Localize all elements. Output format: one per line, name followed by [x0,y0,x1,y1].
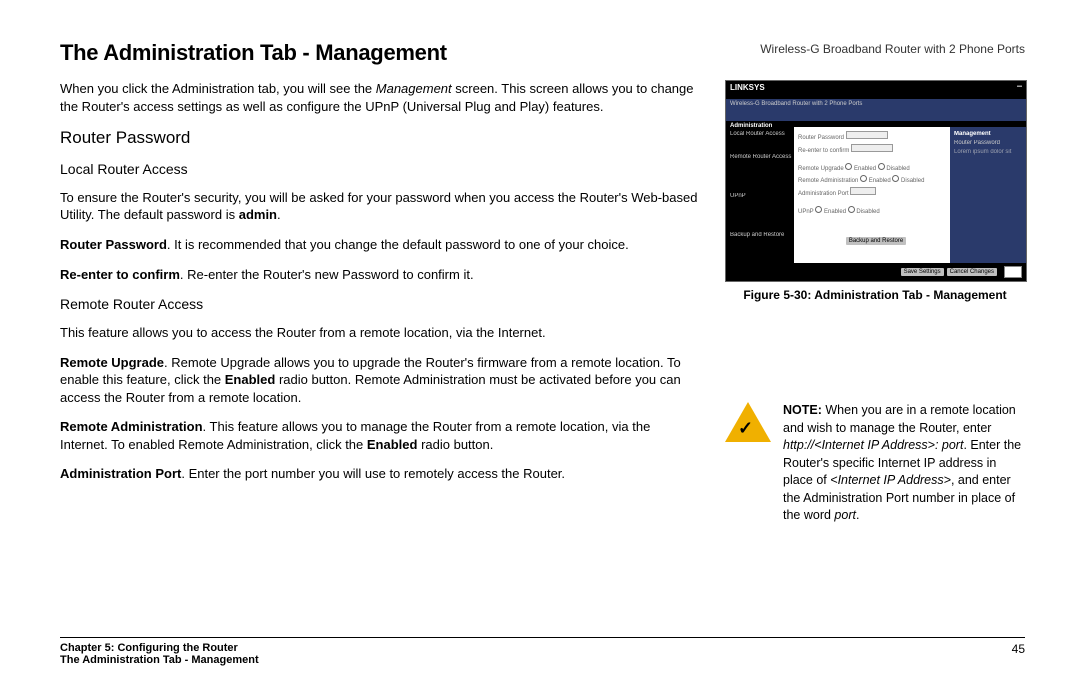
body-text: When you click the Administration tab, y… [60,80,700,495]
fig-banner: Wireless-G Broadband Router with 2 Phone… [726,99,1026,122]
note-bold: NOTE: [783,403,822,417]
note-em1: http://<Internet IP Address>: port [783,438,963,452]
section-router-password: Router Password [60,127,700,150]
warning-icon: ✓ [725,402,771,442]
figure-caption: Figure 5-30: Administration Tab - Manage… [725,288,1025,302]
note-block: ✓ NOTE: When you are in a remote locatio… [725,402,1025,525]
fig-left-panel: Local Router Access Remote Router Access… [726,127,802,263]
sub-local-access: Local Router Access [60,160,700,179]
ap-bold: Administration Port [60,466,181,481]
fig-main-panel: Router Password Re-enter to confirm Remo… [794,127,958,263]
note-t4: . [856,508,859,522]
ru-bold: Remote Upgrade [60,355,164,370]
footer-chapter: Chapter 5: Configuring the Router [60,642,238,654]
fig-btn-backup: Backup and Restore [846,237,906,245]
fig-btn-save: Save Settings [901,268,944,276]
note-em2: <Internet IP Address> [830,473,951,487]
re-text: . Re-enter the Router's new Password to … [180,267,474,282]
local-p1: To ensure the Router's security, you wil… [60,189,700,224]
ra-t2: radio button. [417,437,493,452]
rp-text: . It is recommended that you change the … [167,237,629,252]
ra-tb: Enabled [367,437,418,452]
product-header: Wireless-G Broadband Router with 2 Phone… [760,42,1025,56]
re-bold: Re-enter to confirm [60,267,180,282]
fig-left-0: Local Router Access [730,131,798,137]
fig-brand: LINKSYS [730,83,765,97]
local-p1-end: . [277,207,281,222]
intro-paragraph: When you click the Administration tab, y… [60,80,700,115]
page-footer: Chapter 5: Configuring the Router The Ad… [60,637,1025,666]
note-text: NOTE: When you are in a remote location … [783,402,1025,525]
router-password-para: Router Password. It is recommended that … [60,236,700,254]
figure-screenshot: LINKSYS ▬ Wireless-G Broadband Router wi… [725,80,1027,282]
fig-left-2: UPnP [730,193,798,199]
fig-right-panel: Management Router Password Lorem ipsum d… [950,127,1026,263]
fig-btn-cancel: Cancel Changes [947,268,997,276]
local-p1-bold: admin [239,207,277,222]
intro-em: Management [376,81,452,96]
local-p1-text: To ensure the Router's security, you wil… [60,190,697,223]
rp-bold: Router Password [60,237,167,252]
footer-section: The Administration Tab - Management [60,654,259,666]
remote-upgrade-para: Remote Upgrade. Remote Upgrade allows yo… [60,354,700,407]
remote-admin-para: Remote Administration. This feature allo… [60,418,700,453]
fig-left-3: Backup and Restore [730,232,798,238]
admin-port-para: Administration Port. Enter the port numb… [60,465,700,483]
sub-remote-access: Remote Router Access [60,295,700,314]
ru-tb: Enabled [225,372,276,387]
note-em3: port [834,508,856,522]
footer-page-number: 45 [1012,642,1025,656]
ap-text: . Enter the port number you will use to … [181,466,565,481]
fig-right-title: Management [954,131,1022,137]
remote-p1: This feature allows you to access the Ro… [60,324,700,342]
intro-pre: When you click the Administration tab, y… [60,81,376,96]
fig-left-1: Remote Router Access [730,154,798,160]
ra-bold: Remote Administration [60,419,203,434]
reenter-para: Re-enter to confirm. Re-enter the Router… [60,266,700,284]
